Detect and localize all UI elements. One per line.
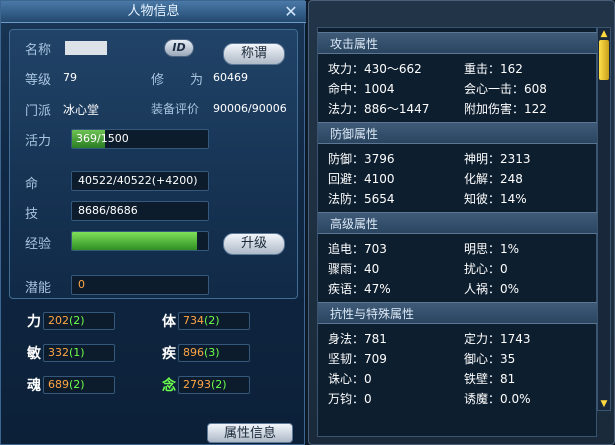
close-icon[interactable]: ✕	[282, 3, 300, 21]
stat-bonus: (2)	[204, 314, 220, 327]
attr-row: 追电：703	[328, 242, 387, 256]
exp-label: 经验	[25, 237, 52, 252]
attr-row: 法力：886～1447	[328, 102, 430, 116]
section-header-advanced: 高级属性	[318, 212, 598, 234]
stat-value: 896	[183, 346, 204, 359]
stat-value-box: 2793(2)	[178, 376, 250, 394]
cultivation-value: 60469	[213, 71, 248, 84]
attr-row: 御心：35	[464, 352, 516, 366]
stats-grid: 力 202(2) 体 734(2) 敏 332(1) 疾 896(3) 魂 68…	[9, 301, 298, 413]
stat-value-box: 332(1)	[43, 344, 115, 362]
attr-row: 疾语：47%	[328, 282, 391, 296]
attr-row: 明思：1%	[464, 242, 520, 256]
attr-row: 扰心：0	[464, 262, 508, 276]
attr-row: 诱魔：0.0%	[464, 392, 531, 406]
attr-row: 攻力：430～662	[328, 62, 422, 76]
stat-value: 202	[48, 314, 69, 327]
attr-row: 人祸：0%	[464, 282, 520, 296]
window-title: 人物信息	[127, 4, 180, 19]
vigor-value: 369/1500	[76, 132, 129, 145]
attr-row: 万钧：0	[328, 392, 372, 406]
attr-row: 坚韧：709	[328, 352, 387, 366]
section-header-resistance: 抗性与特殊属性	[318, 302, 598, 324]
stat-bonus: (3)	[204, 346, 220, 359]
gear-value: 90006/90006	[213, 102, 287, 115]
vertical-scrollbar[interactable]: ▲ ▼	[597, 27, 611, 411]
scroll-down-arrow-icon[interactable]: ▼	[598, 398, 610, 410]
window-title-bar: 人物信息 ✕	[1, 1, 306, 23]
attr-row: 命中：1004	[328, 82, 395, 96]
stat-name: 念	[162, 378, 176, 394]
attr-row: 附加伤害：122	[464, 102, 547, 116]
level-label: 等级	[25, 73, 52, 88]
exp-fill	[72, 232, 198, 250]
stat-name: 魂	[27, 378, 41, 394]
attr-row: 诛心：0	[328, 372, 372, 386]
stat-name: 力	[27, 314, 41, 330]
title-button[interactable]: 称谓	[223, 43, 285, 65]
stat-value: 734	[183, 314, 204, 327]
attr-row: 法防：5654	[328, 192, 395, 206]
scroll-up-arrow-icon[interactable]: ▲	[598, 28, 610, 40]
section-header-attack: 攻击属性	[318, 32, 598, 54]
stat-bonus: (1)	[69, 346, 85, 359]
vigor-bar: 369/1500	[71, 129, 209, 149]
attribute-details-panel: 攻击属性 攻力：430～662 重击：162 命中：1004 会心一击：608 …	[308, 0, 615, 445]
scroll-thumb[interactable]	[599, 40, 609, 80]
potential-label: 潜能	[25, 281, 52, 296]
skill-label: 技	[25, 207, 39, 222]
sect-label: 门派	[25, 104, 52, 119]
attr-row: 回避：4100	[328, 172, 395, 186]
stat-value-box: 734(2)	[178, 312, 250, 330]
attr-row: 铁壁：81	[464, 372, 516, 386]
attr-row: 定力：1743	[464, 332, 531, 346]
attr-row: 重击：162	[464, 62, 523, 76]
level-value: 79	[63, 71, 77, 84]
attribute-list: 攻击属性 攻力：430～662 重击：162 命中：1004 会心一击：608 …	[317, 27, 598, 437]
attr-row: 身法：781	[328, 332, 387, 346]
gear-label: 装备评价	[151, 102, 200, 116]
character-info-window: 人物信息 ✕ 名称 ID 称谓 等级 79 修 为 60469 门派 冰心堂 装…	[0, 0, 306, 445]
stat-value-box: 202(2)	[43, 312, 115, 330]
stat-value: 689	[48, 378, 69, 391]
cultivation-label: 修 为	[151, 73, 204, 88]
attr-row: 化解：248	[464, 172, 523, 186]
attr-row: 神明：2313	[464, 152, 531, 166]
upgrade-button[interactable]: 升级	[223, 233, 285, 255]
name-redacted	[65, 41, 107, 55]
attr-row: 防御：3796	[328, 152, 395, 166]
hp-label: 命	[25, 177, 39, 192]
stat-value: 332	[48, 346, 69, 359]
potential-field: 0	[71, 275, 209, 295]
skill-field: 8686/8686	[71, 201, 209, 221]
stat-name: 疾	[162, 346, 176, 362]
id-badge-button[interactable]: ID	[164, 39, 194, 57]
attribute-info-button[interactable]: 属性信息	[207, 423, 293, 443]
stat-name: 敏	[27, 346, 41, 362]
hp-field: 40522/40522(+4200)	[71, 171, 209, 191]
stat-value: 2793	[183, 378, 211, 391]
attr-row: 骤雨：40	[328, 262, 380, 276]
stat-value-box: 896(3)	[178, 344, 250, 362]
sect-value: 冰心堂	[63, 103, 100, 117]
section-header-defense: 防御属性	[318, 122, 598, 144]
exp-bar	[71, 231, 209, 251]
stat-value-box: 689(2)	[43, 376, 115, 394]
stat-bonus: (2)	[69, 314, 85, 327]
stat-bonus: (2)	[69, 378, 85, 391]
attr-row: 会心一击：608	[464, 82, 547, 96]
name-label: 名称	[25, 43, 52, 58]
attr-row: 知彼：14%	[464, 192, 527, 206]
stat-bonus: (2)	[211, 378, 227, 391]
vigor-label: 活力	[25, 134, 52, 149]
stat-name: 体	[162, 314, 176, 330]
